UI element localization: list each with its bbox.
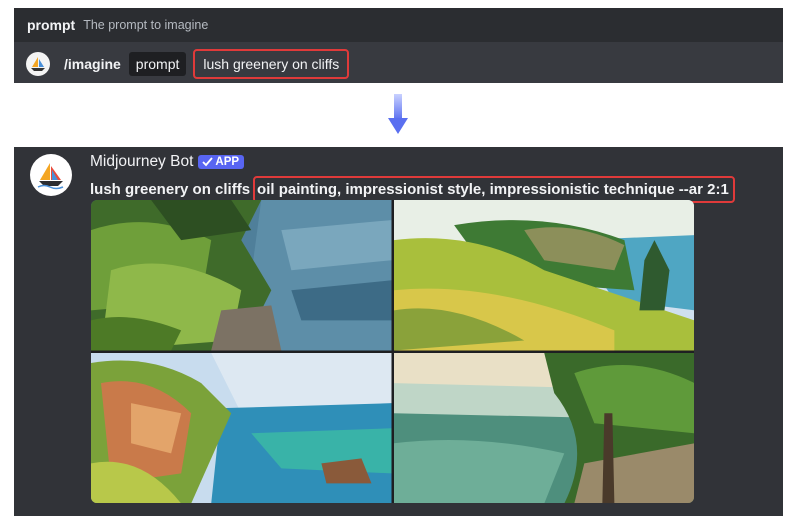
option-label[interactable]: prompt [128, 52, 187, 76]
author-name[interactable]: Midjourney Bot [90, 153, 193, 171]
down-arrow-icon [388, 94, 408, 134]
painting-tree-cliff-waves [393, 352, 694, 503]
generated-image-2[interactable] [393, 200, 694, 351]
prompt-base-text: lush greenery on cliffs [90, 181, 251, 198]
message-header: Midjourney Bot APP [90, 153, 245, 171]
option-hint-description: The prompt to imagine [83, 18, 209, 32]
painting-grassy-cliff-coast [393, 200, 694, 351]
generated-image-1[interactable] [91, 200, 392, 351]
app-badge: APP [198, 155, 245, 169]
generated-image-4[interactable] [393, 352, 694, 503]
image-grid[interactable] [91, 200, 694, 503]
checkmark-icon [202, 157, 214, 167]
painting-green-cliff-sea [91, 200, 392, 351]
app-badge-label: APP [215, 156, 240, 168]
generated-image-3[interactable] [91, 352, 392, 503]
bot-message: Midjourney Bot APP lush greenery on clif… [14, 147, 783, 516]
prompt-input[interactable]: lush greenery on cliffs [193, 49, 350, 79]
message-prompt: lush greenery on cliffs oil painting, im… [90, 176, 735, 203]
prompt-added-text: oil painting, impressionist style, impre… [253, 176, 735, 203]
sailboat-logo-icon [37, 163, 64, 190]
avatar[interactable] [30, 154, 72, 196]
command-input-row[interactable]: /imagine prompt lush greenery on cliffs [14, 48, 783, 80]
option-hint-key: prompt [27, 17, 76, 33]
command-name: /imagine [64, 56, 121, 72]
command-panel: prompt The prompt to imagine /imagine pr… [14, 8, 783, 83]
option-hint-bar[interactable]: prompt The prompt to imagine [14, 8, 783, 42]
sailboat-icon [26, 52, 50, 76]
painting-rocky-shore-sunlit [91, 352, 392, 503]
